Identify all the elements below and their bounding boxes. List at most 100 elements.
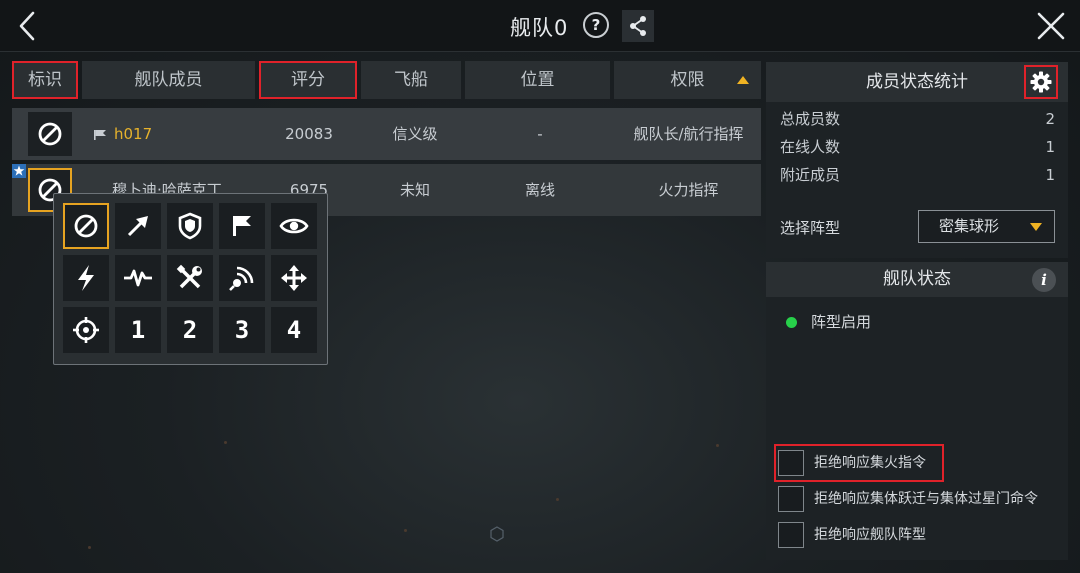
member-stats-body: 总成员数 2 在线人数 1 附近成员 1 选择阵型 密集球形 bbox=[766, 102, 1068, 258]
fleet-status-title: 舰队状态 bbox=[883, 269, 951, 289]
option-reject-fleet-formation[interactable]: 拒绝响应舰队阵型 bbox=[778, 520, 926, 550]
stat-value: 1 bbox=[1045, 166, 1055, 184]
formation-label: 选择阵型 bbox=[780, 219, 841, 237]
member-ship: 信义级 bbox=[392, 125, 438, 143]
member-name: h017 bbox=[114, 125, 153, 143]
close-button[interactable] bbox=[1034, 9, 1068, 43]
lightning-icon bbox=[78, 265, 94, 291]
option-reject-focus-fire[interactable]: 拒绝响应集火指令 bbox=[774, 444, 944, 482]
number-3-label: 3 bbox=[234, 316, 250, 344]
tab-permission[interactable]: 权限 bbox=[614, 61, 761, 99]
repair-tools-icon bbox=[176, 264, 202, 289]
fleet-status-header: 舰队状态 i bbox=[766, 262, 1068, 297]
mark-option-number-4[interactable]: 4 bbox=[271, 307, 317, 353]
signal-icon bbox=[229, 266, 254, 291]
option-label: 拒绝响应集火指令 bbox=[814, 455, 926, 471]
table-row[interactable]: h017 20083 信义级 - 舰队长/航行指挥 bbox=[12, 108, 761, 160]
member-ship: 未知 bbox=[399, 181, 430, 199]
mark-option-number-3[interactable]: 3 bbox=[219, 307, 265, 353]
mark-option-flag[interactable] bbox=[219, 203, 265, 249]
arrow-icon bbox=[127, 216, 148, 237]
mark-option-no-sign[interactable] bbox=[63, 203, 109, 249]
mark-option-move[interactable] bbox=[271, 255, 317, 301]
formation-selected-value: 密集球形 bbox=[939, 217, 1000, 235]
page-title: 舰队0 bbox=[510, 16, 569, 40]
fleet-leader-flag-icon bbox=[94, 129, 106, 140]
number-2-label: 2 bbox=[182, 316, 198, 344]
tab-mark[interactable]: 标识 bbox=[12, 61, 78, 99]
sort-ascending-icon bbox=[737, 76, 749, 84]
member-location: 离线 bbox=[524, 181, 555, 199]
back-button[interactable] bbox=[12, 10, 44, 42]
chevron-down-icon bbox=[1030, 223, 1042, 231]
mark-option-arrow[interactable] bbox=[115, 203, 161, 249]
formation-select[interactable]: 密集球形 bbox=[918, 210, 1055, 243]
top-bar: 舰队0 ? bbox=[0, 0, 1080, 52]
mark-option-lightning[interactable] bbox=[63, 255, 109, 301]
shield-icon bbox=[178, 212, 202, 240]
member-score: 20083 bbox=[285, 125, 333, 143]
move-icon bbox=[281, 265, 307, 291]
help-button[interactable]: ? bbox=[583, 12, 609, 38]
number-1-label: 1 bbox=[130, 316, 146, 344]
checkbox[interactable] bbox=[778, 450, 804, 476]
option-reject-fleet-warp[interactable]: 拒绝响应集体跃迁与集体过星门命令 bbox=[778, 484, 1038, 514]
share-button[interactable] bbox=[622, 10, 654, 42]
tab-ship[interactable]: 飞船 bbox=[361, 61, 461, 99]
stat-value: 1 bbox=[1045, 138, 1055, 156]
mark-option-repair[interactable] bbox=[167, 255, 213, 301]
mark-option-number-2[interactable]: 2 bbox=[167, 307, 213, 353]
chevron-left-icon bbox=[19, 11, 35, 41]
formation-status-text: 阵型启用 bbox=[811, 313, 872, 331]
option-label: 拒绝响应集体跃迁与集体过星门命令 bbox=[814, 491, 1038, 507]
mark-option-signal[interactable] bbox=[219, 255, 265, 301]
share-icon bbox=[630, 16, 646, 36]
member-mark-button[interactable] bbox=[28, 112, 72, 156]
pulse-icon bbox=[124, 269, 152, 287]
mark-option-pulse[interactable] bbox=[115, 255, 161, 301]
status-dot-icon bbox=[786, 317, 797, 328]
checkbox[interactable] bbox=[778, 522, 804, 548]
no-sign-icon bbox=[38, 122, 62, 146]
tab-location[interactable]: 位置 bbox=[465, 61, 610, 99]
hexagon-marker-icon bbox=[490, 526, 504, 542]
background-speck bbox=[556, 498, 559, 501]
stat-label: 总成员数 bbox=[780, 110, 841, 128]
member-stats-header: 成员状态统计 bbox=[766, 62, 1068, 102]
stat-online-members: 在线人数 1 bbox=[780, 135, 1055, 159]
member-role: 火力指挥 bbox=[658, 181, 719, 199]
stat-value: 2 bbox=[1045, 110, 1055, 128]
mark-option-eye[interactable] bbox=[271, 203, 317, 249]
close-icon bbox=[1037, 12, 1065, 40]
eye-icon bbox=[279, 218, 309, 234]
fleet-status-body: 阵型启用 拒绝响应集火指令 拒绝响应集体跃迁与集体过星门命令 拒绝响应舰队阵型 bbox=[766, 297, 1068, 560]
mark-picker-popup: 1 2 3 4 bbox=[53, 193, 328, 365]
tab-score[interactable]: 评分 bbox=[259, 61, 357, 99]
stat-label: 附近成员 bbox=[780, 166, 841, 184]
number-4-label: 4 bbox=[286, 316, 302, 344]
member-stats-title: 成员状态统计 bbox=[866, 72, 968, 92]
checkbox[interactable] bbox=[778, 486, 804, 512]
no-sign-icon bbox=[74, 214, 98, 238]
mark-option-crosshair[interactable] bbox=[63, 307, 109, 353]
formation-status: 阵型启用 bbox=[786, 311, 871, 332]
stat-total-members: 总成员数 2 bbox=[780, 107, 1055, 131]
mark-option-shield[interactable] bbox=[167, 203, 213, 249]
option-label: 拒绝响应舰队阵型 bbox=[814, 527, 926, 543]
member-role: 舰队长/航行指挥 bbox=[633, 125, 744, 143]
tab-members[interactable]: 舰队成员 bbox=[82, 61, 255, 99]
background-speck bbox=[88, 546, 91, 549]
background-speck bbox=[716, 444, 719, 447]
member-name-cell: h017 bbox=[94, 108, 244, 160]
info-button[interactable]: i bbox=[1032, 268, 1056, 292]
gear-icon bbox=[1030, 71, 1052, 93]
star-badge-icon bbox=[12, 164, 26, 178]
flag-icon bbox=[233, 216, 251, 236]
column-tabs: 标识 舰队成员 评分 飞船 位置 权限 bbox=[12, 61, 761, 99]
member-location: - bbox=[537, 125, 543, 143]
mark-option-number-1[interactable]: 1 bbox=[115, 307, 161, 353]
background-speck bbox=[404, 529, 407, 532]
tab-permission-label: 权限 bbox=[670, 70, 705, 90]
stat-nearby-members: 附近成员 1 bbox=[780, 163, 1055, 187]
settings-button[interactable] bbox=[1024, 65, 1058, 99]
